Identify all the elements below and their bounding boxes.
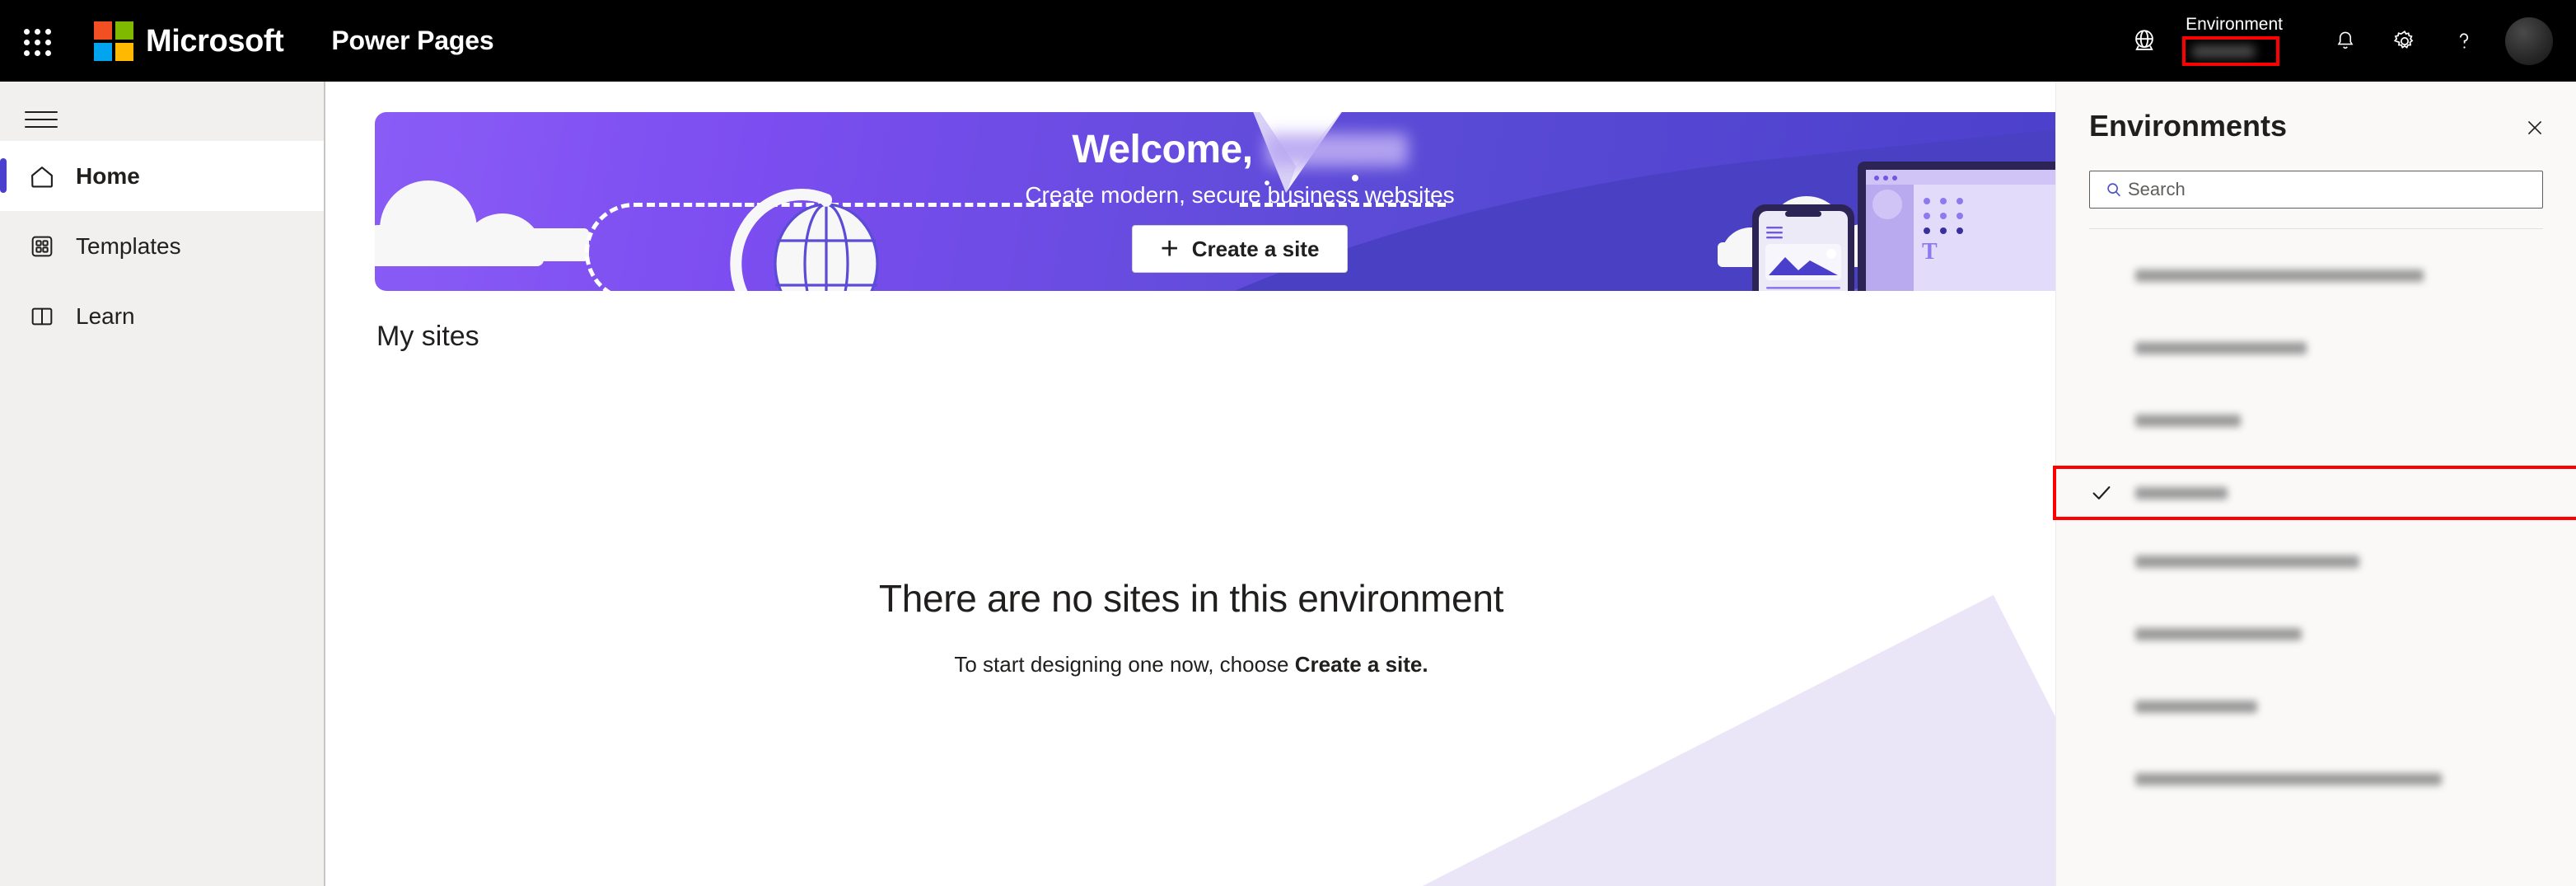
- environment-value-redacted: [2192, 45, 2256, 58]
- globe-icon[interactable]: [2115, 0, 2174, 82]
- environment-list-item[interactable]: [2056, 543, 2576, 579]
- welcome-row: Welcome,: [1072, 128, 1408, 171]
- create-a-site-label: Create a site: [1191, 236, 1320, 261]
- environment-list-item[interactable]: [2056, 257, 2576, 293]
- environment-list-item-selected[interactable]: [2053, 466, 2576, 520]
- templates-grid-icon: [23, 233, 61, 260]
- environments-panel-header: Environments: [2056, 82, 2576, 144]
- environments-search-wrapper: [2056, 144, 2576, 209]
- my-sites-heading: My sites: [376, 321, 479, 352]
- logo-square-blue: [94, 42, 112, 61]
- left-navigation: Home Templates Learn: [0, 82, 325, 886]
- sidebar-item-home[interactable]: Home: [0, 141, 324, 211]
- top-navigation-bar: Microsoft Power Pages Environment: [0, 0, 2576, 82]
- environment-label: Environment: [2186, 15, 2283, 34]
- empty-state-subtitle: To start designing one now, choose Creat…: [327, 652, 2055, 677]
- create-a-site-button[interactable]: + Create a site: [1131, 225, 1349, 273]
- waffle-dot: [45, 39, 51, 45]
- microsoft-logo[interactable]: Microsoft: [94, 21, 284, 61]
- environment-value-highlight[interactable]: [2182, 36, 2280, 66]
- waffle-dot: [24, 49, 30, 56]
- book-icon: [23, 303, 61, 330]
- hamburger-line: [25, 126, 58, 128]
- welcome-heading: Welcome,: [1072, 128, 1253, 171]
- logo-square-green: [115, 21, 133, 40]
- environment-selector[interactable]: Environment: [2174, 0, 2291, 82]
- sidebar-item-label: Learn: [76, 302, 135, 329]
- waffle-dot: [35, 28, 40, 35]
- app-launcher-icon[interactable]: [18, 23, 54, 59]
- environment-name-redacted: [2135, 627, 2302, 640]
- hero-subtitle: Create modern, secure business websites: [1025, 182, 1455, 208]
- environment-name-redacted: [2135, 555, 2359, 568]
- gear-icon[interactable]: [2375, 0, 2434, 82]
- hamburger-icon[interactable]: [20, 98, 63, 141]
- environment-name-redacted: [2135, 341, 2307, 354]
- logo-square-yellow: [115, 42, 133, 61]
- environment-list-item[interactable]: [2056, 688, 2576, 724]
- waffle-dot: [45, 49, 51, 56]
- empty-state-subtitle-bold: Create a site.: [1294, 652, 1428, 677]
- sidebar-item-templates[interactable]: Templates: [0, 211, 324, 281]
- microsoft-wordmark: Microsoft: [146, 23, 284, 59]
- hamburger-line: [25, 119, 58, 120]
- empty-state: There are no sites in this environment T…: [327, 576, 2055, 677]
- environment-name-redacted: [2135, 269, 2424, 282]
- welcome-hero-banner: T Welcome, Create modern, secure busines…: [375, 112, 2055, 291]
- panel-divider: [2089, 228, 2543, 229]
- checkmark-icon: [2089, 481, 2135, 505]
- question-mark-icon[interactable]: [2434, 0, 2494, 82]
- environment-name-redacted: [2135, 486, 2228, 499]
- waffle-dot: [24, 28, 30, 35]
- environment-list-item[interactable]: [2056, 761, 2576, 797]
- app-title[interactable]: Power Pages: [331, 26, 493, 56]
- environment-list-item[interactable]: [2056, 616, 2576, 652]
- waffle-dot: [35, 39, 40, 45]
- environment-name-redacted: [2135, 700, 2257, 713]
- microsoft-logo-icon: [94, 21, 133, 61]
- hero-text-block: Welcome, Create modern, secure business …: [375, 112, 2055, 291]
- environment-list-item[interactable]: [2056, 402, 2576, 438]
- top-bar-actions: Environment: [2115, 0, 2576, 82]
- home-icon: [23, 162, 61, 190]
- plus-icon: +: [1160, 232, 1179, 266]
- logo-square-red: [94, 21, 112, 40]
- environment-name-redacted: [2135, 414, 2241, 427]
- user-name-redacted: [1265, 134, 1408, 166]
- environments-panel: Environments: [2053, 82, 2576, 886]
- waffle-dot: [35, 49, 40, 56]
- close-icon[interactable]: [2518, 111, 2551, 144]
- empty-state-subtitle-prefix: To start designing one now, choose: [954, 652, 1295, 677]
- hamburger-line: [25, 111, 58, 113]
- search-icon: [2100, 180, 2128, 199]
- environments-list: [2053, 257, 2576, 797]
- sidebar-item-label: Templates: [76, 232, 181, 259]
- sidebar-item-label: Home: [76, 162, 140, 189]
- avatar[interactable]: [2505, 16, 2553, 65]
- main-content: T Welcome, Create modern, secure busines…: [327, 82, 2055, 886]
- bell-icon[interactable]: [2316, 0, 2375, 82]
- waffle-dot: [45, 28, 51, 35]
- sidebar-item-learn[interactable]: Learn: [0, 281, 324, 351]
- environments-panel-title: Environments: [2089, 109, 2288, 143]
- empty-state-title: There are no sites in this environment: [878, 577, 1504, 620]
- search-input[interactable]: [2128, 179, 2532, 200]
- environment-list-item[interactable]: [2056, 330, 2576, 366]
- environment-name-redacted: [2135, 772, 2442, 785]
- waffle-dot: [24, 39, 30, 45]
- environments-search-box[interactable]: [2089, 171, 2543, 209]
